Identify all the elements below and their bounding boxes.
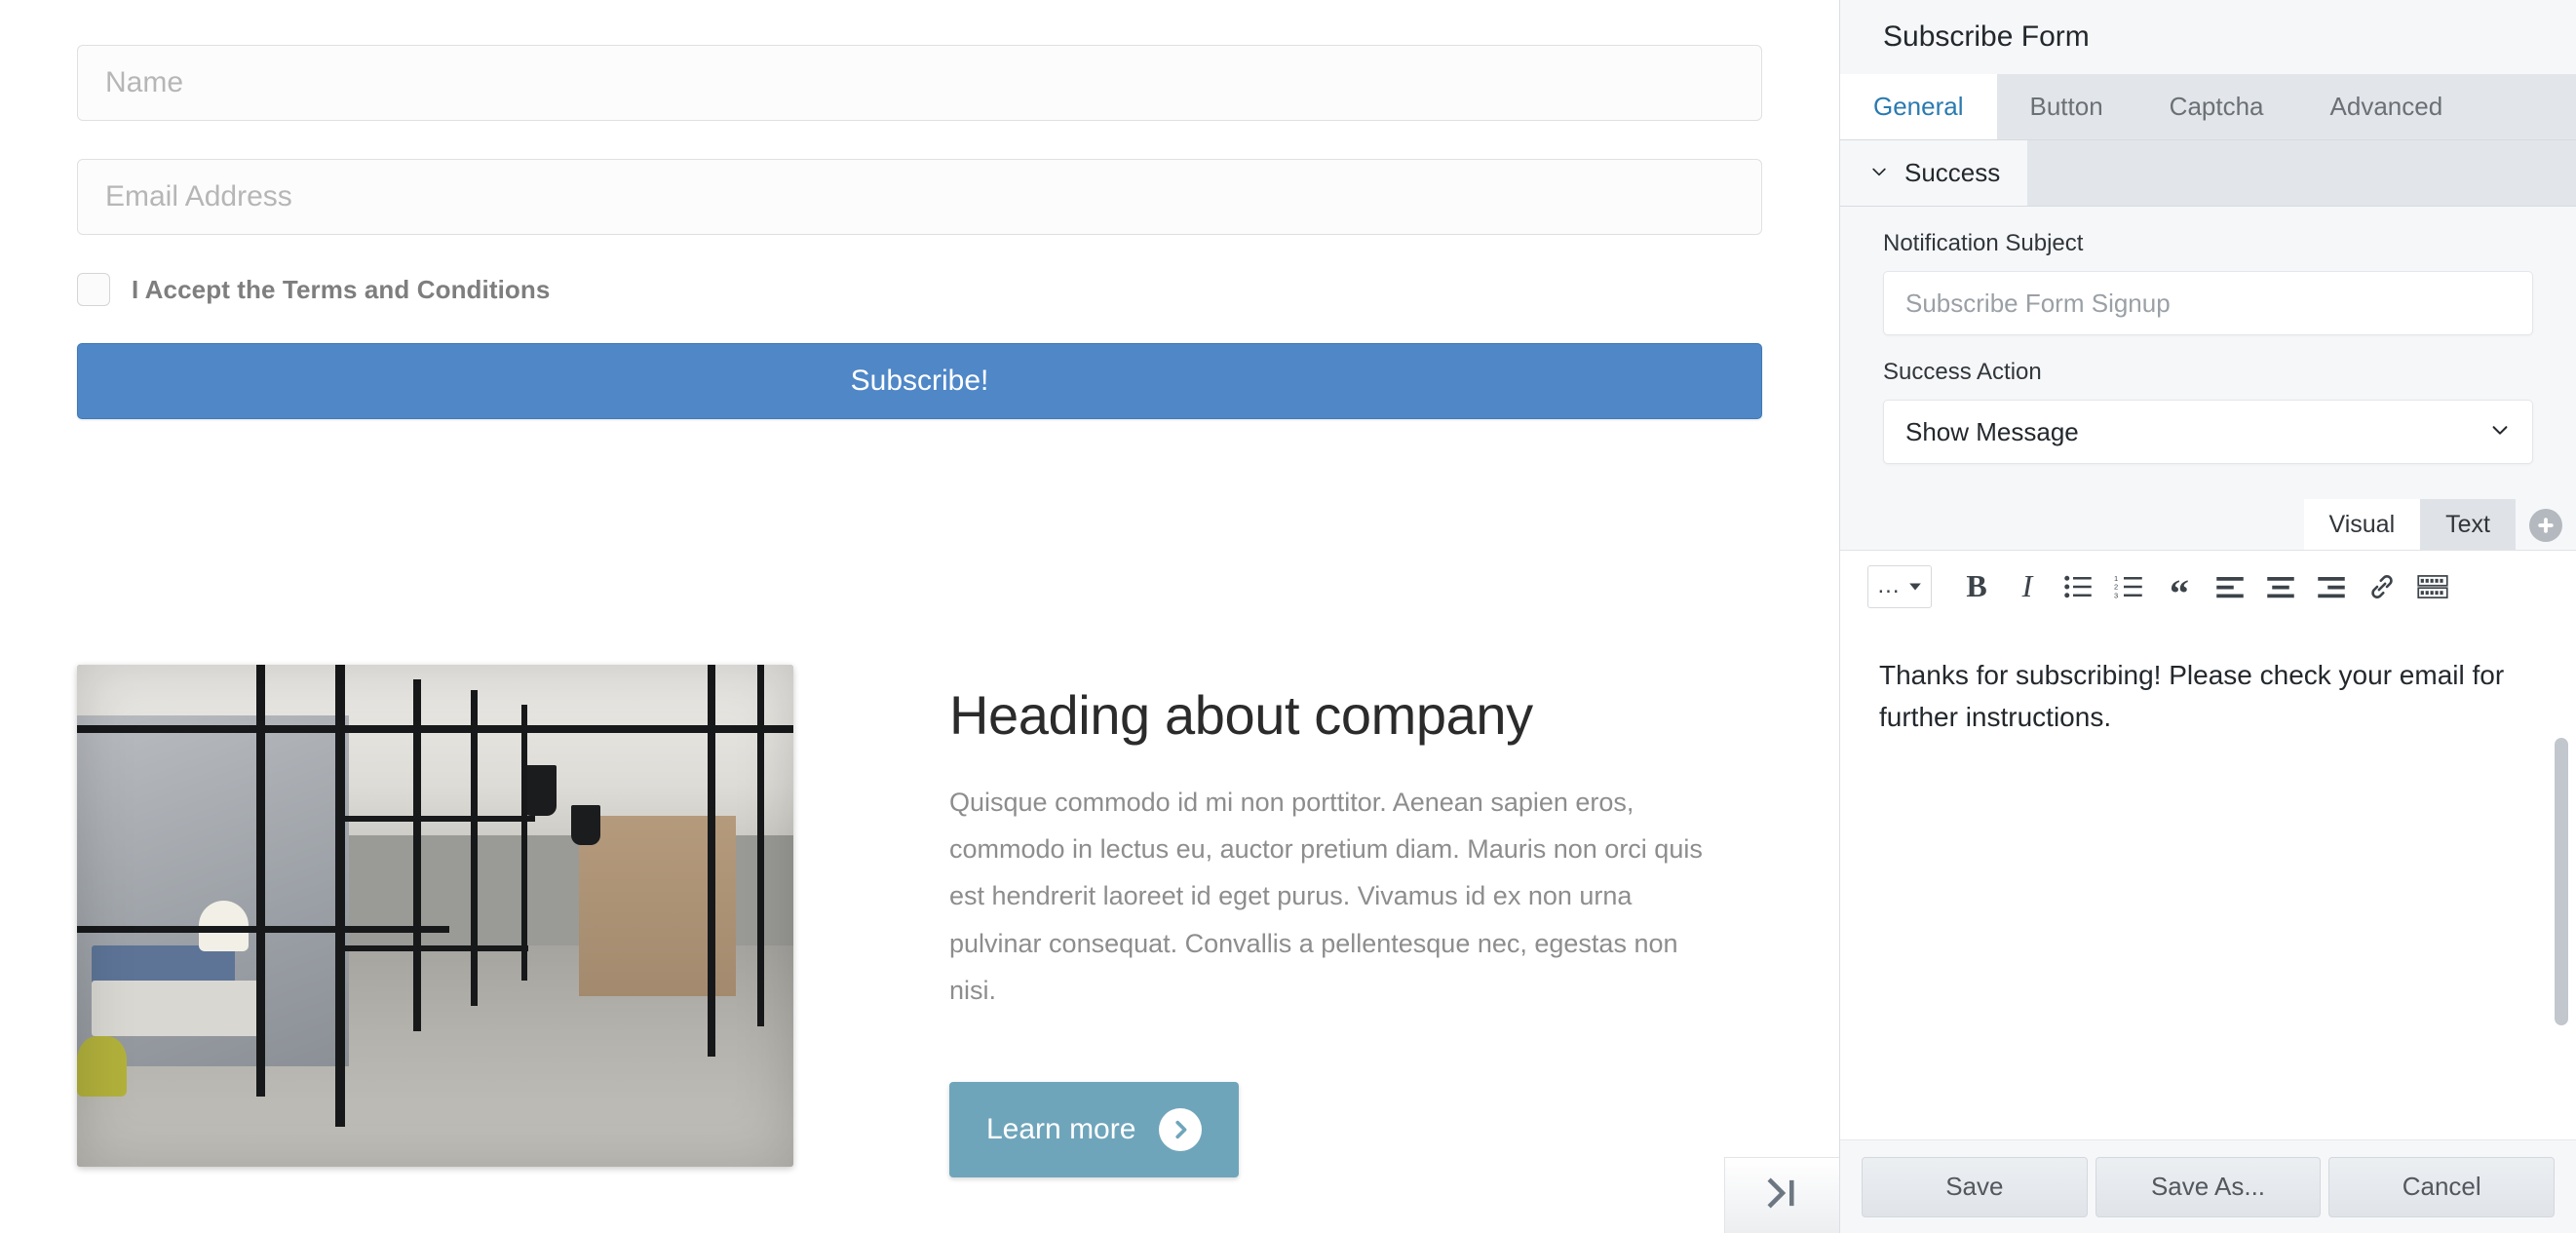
content-heading: Heading about company	[949, 686, 1729, 744]
tab-advanced[interactable]: Advanced	[2297, 74, 2477, 139]
cancel-button[interactable]: Cancel	[2328, 1157, 2555, 1217]
save-as-button[interactable]: Save As...	[2095, 1157, 2322, 1217]
content-body: Quisque commodo id mi non porttitor. Aen…	[949, 779, 1729, 1013]
email-field[interactable]: Email Address	[77, 159, 1762, 235]
add-media-button[interactable]	[2529, 509, 2562, 542]
editor-toolbar: ... B I	[1840, 550, 2576, 622]
terms-label: I Accept the Terms and Conditions	[132, 275, 550, 305]
notification-subject-label: Notification Subject	[1883, 230, 2533, 257]
panel-tabbar: General Button Captcha Advanced	[1840, 74, 2576, 140]
panel-title: Subscribe Form	[1883, 20, 2090, 54]
terms-checkbox[interactable]	[77, 273, 110, 306]
tab-captcha[interactable]: Captcha	[2136, 74, 2297, 139]
message-content: Thanks for subscribing! Please check you…	[1879, 655, 2537, 738]
bold-icon[interactable]: B	[1951, 563, 2002, 610]
blockquote-icon[interactable]: “	[2154, 563, 2205, 610]
notification-subject-group: Notification Subject Subscribe Form Sign…	[1840, 207, 2576, 335]
chevron-down-icon	[1869, 158, 1889, 188]
chevron-down-icon	[2489, 417, 2511, 447]
italic-icon[interactable]: I	[2002, 563, 2053, 610]
learn-more-button[interactable]: Learn more	[949, 1082, 1239, 1177]
tab-visual[interactable]: Visual	[2304, 499, 2421, 550]
tab-general[interactable]: General	[1840, 74, 1997, 139]
panel-subtabbar: Success	[1840, 140, 2576, 207]
numbered-list-icon[interactable]: 1 2 3	[2103, 563, 2154, 610]
paragraph-format-dropdown[interactable]: ...	[1867, 565, 1932, 608]
tab-button[interactable]: Button	[1997, 74, 2136, 139]
chevron-right-circle-icon	[1159, 1108, 1202, 1151]
editor-mode-tabs: Visual Text	[1840, 499, 2576, 550]
tab-text[interactable]: Text	[2420, 499, 2516, 550]
content-text-block: Heading about company Quisque commodo id…	[949, 665, 1729, 1177]
panel-footer: Save Save As... Cancel	[1840, 1139, 2576, 1233]
collapse-panel-button[interactable]	[1724, 1157, 1839, 1233]
panel-body: Notification Subject Subscribe Form Sign…	[1840, 207, 2576, 1139]
svg-text:2: 2	[2114, 582, 2118, 591]
panel-scrollbar-thumb[interactable]	[2555, 738, 2568, 1025]
learn-more-label: Learn more	[986, 1113, 1135, 1146]
align-left-icon[interactable]	[2205, 563, 2255, 610]
caret-down-icon	[1908, 580, 1922, 594]
bullet-list-icon[interactable]	[2053, 563, 2103, 610]
success-action-value: Show Message	[1905, 417, 2079, 447]
toolbar-toggle-icon[interactable]	[2407, 563, 2458, 610]
svg-text:3: 3	[2114, 591, 2118, 599]
align-right-icon[interactable]	[2306, 563, 2357, 610]
panel-header: Subscribe Form	[1840, 0, 2576, 74]
app-root: Name Email Address I Accept the Terms an…	[0, 0, 2576, 1233]
terms-checkbox-row[interactable]: I Accept the Terms and Conditions	[77, 273, 1762, 306]
content-section: Heading about company Quisque commodo id…	[77, 665, 1773, 1177]
svg-text:1: 1	[2114, 574, 2118, 583]
name-field[interactable]: Name	[77, 45, 1762, 121]
dropdown-ellipsis-label: ...	[1877, 579, 1900, 593]
message-textarea[interactable]: Thanks for subscribing! Please check you…	[1840, 622, 2576, 1139]
link-icon[interactable]	[2357, 563, 2407, 610]
form-preview-canvas: Name Email Address I Accept the Terms an…	[0, 0, 1840, 1233]
collapse-panel-icon	[1762, 1173, 1803, 1218]
office-photo	[77, 665, 793, 1167]
message-editor: Visual Text ... B	[1840, 499, 2576, 1139]
subtab-success[interactable]: Success	[1840, 140, 2027, 206]
align-center-icon[interactable]	[2255, 563, 2306, 610]
save-button[interactable]: Save	[1862, 1157, 2088, 1217]
settings-panel: Subscribe Form General Button Captcha Ad…	[1840, 0, 2576, 1233]
notification-subject-input[interactable]: Subscribe Form Signup	[1883, 271, 2533, 335]
subtab-success-label: Success	[1904, 158, 2000, 188]
subscribe-button[interactable]: Subscribe!	[77, 343, 1762, 419]
subscribe-form-preview: Name Email Address I Accept the Terms an…	[77, 45, 1762, 419]
success-action-select[interactable]: Show Message	[1883, 400, 2533, 464]
success-action-group: Success Action Show Message	[1840, 335, 2576, 464]
success-action-label: Success Action	[1883, 359, 2533, 386]
